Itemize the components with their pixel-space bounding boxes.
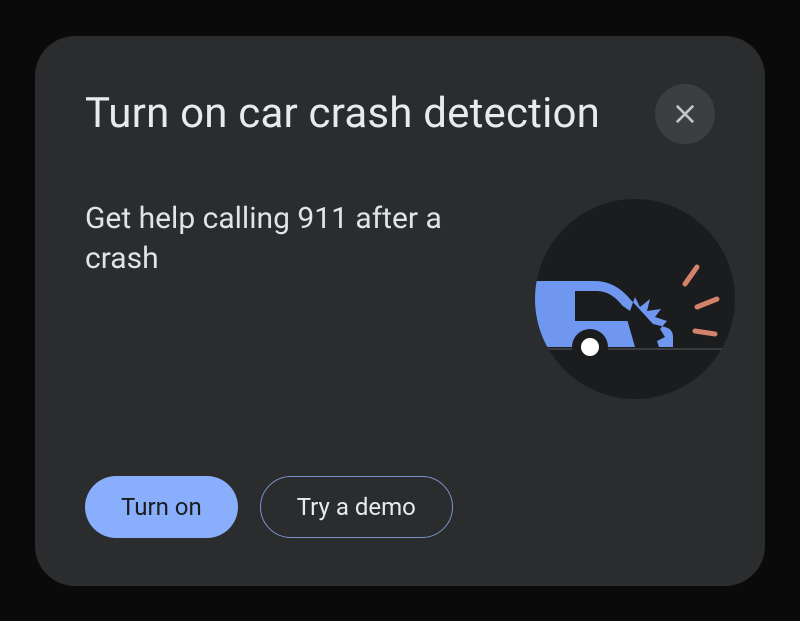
card-header: Turn on car crash detection <box>85 84 715 144</box>
card-body: Get help calling 911 after a crash <box>85 199 715 476</box>
try-demo-button[interactable]: Try a demo <box>260 476 453 538</box>
car-crash-illustration <box>535 199 735 399</box>
close-icon <box>671 100 699 128</box>
turn-on-button[interactable]: Turn on <box>85 476 238 538</box>
card-title: Turn on car crash detection <box>85 89 600 138</box>
card-subtitle: Get help calling 911 after a crash <box>85 199 485 476</box>
button-row: Turn on Try a demo <box>85 476 715 538</box>
car-crash-icon <box>535 199 735 399</box>
car-crash-detection-card: Turn on car crash detection Get help cal… <box>35 36 765 586</box>
close-button[interactable] <box>655 84 715 144</box>
